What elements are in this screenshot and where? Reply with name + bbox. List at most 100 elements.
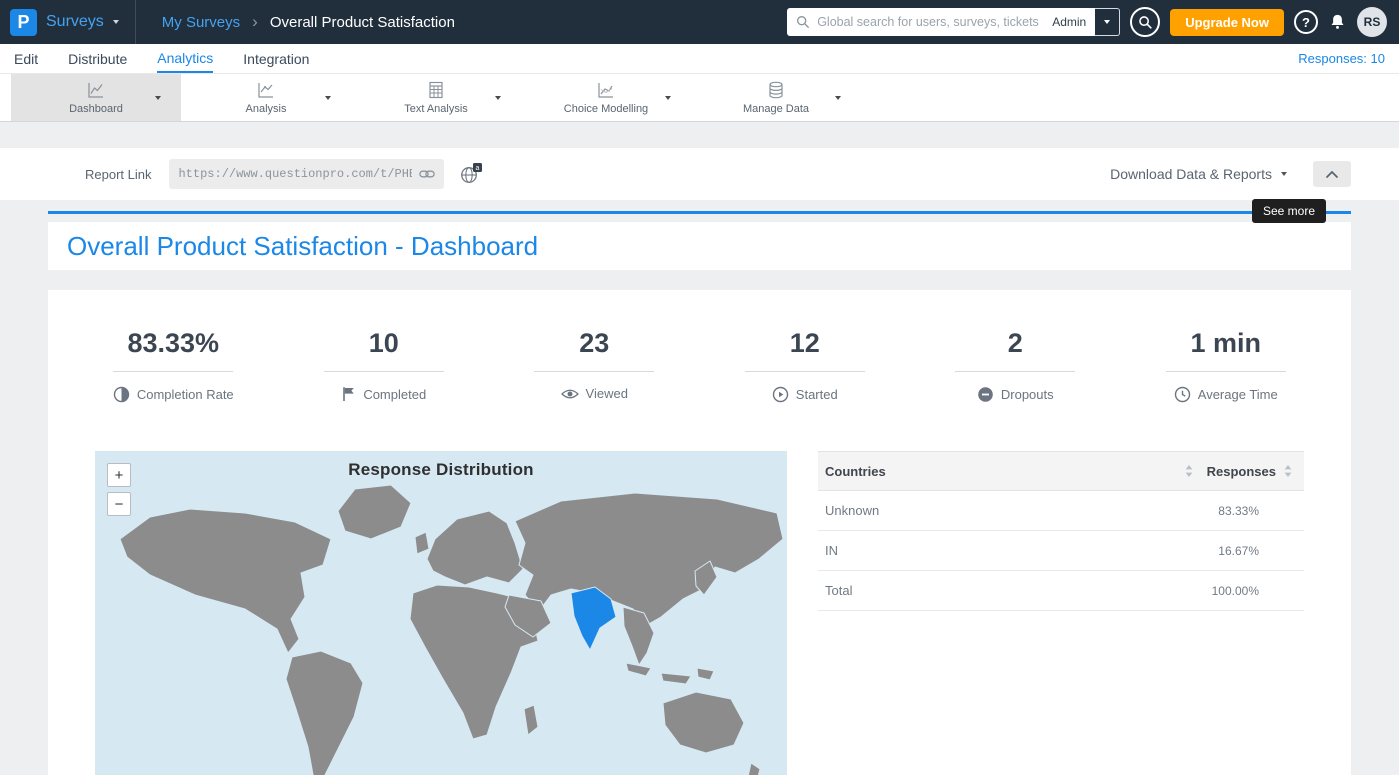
toolbar-item-label: Dashboard xyxy=(69,103,123,115)
questionpro-logo: P xyxy=(10,9,37,36)
response-distribution-map[interactable]: Response Distribution + − xyxy=(95,451,787,775)
toolbar-item-manage-data[interactable]: Manage Data xyxy=(691,74,861,121)
sort-icon[interactable] xyxy=(1185,465,1193,477)
nav-item-distribute[interactable]: Distribute xyxy=(68,44,127,73)
toolbar-item-text-analysis[interactable]: Text Analysis xyxy=(351,74,521,121)
chevron-down-icon[interactable] xyxy=(835,96,841,100)
product-label: Surveys xyxy=(46,13,104,31)
zoom-out-button[interactable]: − xyxy=(107,492,131,516)
stat-label: Average Time xyxy=(1198,387,1278,402)
bell-icon xyxy=(1328,13,1347,31)
chevron-down-icon[interactable] xyxy=(495,96,501,100)
user-avatar[interactable]: RS xyxy=(1357,7,1387,37)
analysis-chart-icon xyxy=(256,80,276,100)
minus-circle-icon xyxy=(977,386,994,403)
stats-row: 83.33% Completion Rate 10 Completed xyxy=(48,290,1351,403)
globe-icon: a xyxy=(459,162,483,186)
download-data-reports-label: Download Data & Reports xyxy=(1110,166,1272,182)
nav-item-integration[interactable]: Integration xyxy=(243,44,309,73)
column-label: Countries xyxy=(825,464,886,479)
map-zoom-controls: + − xyxy=(107,463,131,516)
flag-icon xyxy=(341,386,356,402)
download-data-reports-dropdown[interactable]: Download Data & Reports xyxy=(1110,166,1287,182)
report-link-bar: Report Link a Download Data & Reports xyxy=(0,148,1399,200)
text-analysis-table-icon xyxy=(426,80,446,100)
topbar: P Surveys My Surveys › Overall Product S… xyxy=(0,0,1399,44)
see-more-tooltip: See more xyxy=(1252,199,1326,223)
nav-item-edit[interactable]: Edit xyxy=(14,44,38,73)
nav-item-analytics[interactable]: Analytics xyxy=(157,44,213,73)
eye-icon xyxy=(561,388,579,400)
completion-rate-icon xyxy=(113,386,130,403)
continent-europe xyxy=(427,511,523,585)
upgrade-now-button[interactable]: Upgrade Now xyxy=(1170,9,1284,36)
column-label: Responses xyxy=(1207,464,1276,479)
help-button[interactable]: ? xyxy=(1294,10,1318,34)
distribution-section: Response Distribution + − xyxy=(48,451,1351,775)
chevron-up-icon xyxy=(1325,170,1339,179)
cell-country: Total xyxy=(825,583,1212,598)
title-card: Overall Product Satisfaction - Dashboard xyxy=(48,222,1351,270)
breadcrumb-my-surveys[interactable]: My Surveys xyxy=(162,14,240,31)
toolbar-item-label: Text Analysis xyxy=(404,103,468,115)
toolbar-item-label: Choice Modelling xyxy=(564,103,648,115)
island-greenland xyxy=(338,485,411,539)
play-circle-icon xyxy=(772,386,789,403)
world-map[interactable] xyxy=(95,451,787,775)
chevron-down-icon[interactable] xyxy=(665,96,671,100)
stat-completion-rate: 83.33% Completion Rate xyxy=(68,328,279,403)
collapse-panel-button[interactable] xyxy=(1313,161,1351,187)
search-icon xyxy=(1138,15,1153,30)
island-new-zealand xyxy=(748,763,760,775)
continent-north-america xyxy=(120,509,331,653)
column-header-responses[interactable]: Responses xyxy=(1207,464,1292,479)
search-scope-label[interactable]: Admin xyxy=(1052,15,1086,29)
toolbar-item-dashboard[interactable]: Dashboard xyxy=(11,74,181,121)
stat-underline xyxy=(745,371,865,372)
notifications-button[interactable] xyxy=(1328,13,1347,31)
search-scope-dropdown-button[interactable] xyxy=(1095,8,1120,36)
continent-south-america xyxy=(286,651,363,775)
search-submit-button[interactable] xyxy=(1130,7,1160,37)
stat-label: Dropouts xyxy=(1001,387,1054,402)
table-header: Countries Responses xyxy=(818,451,1304,491)
toolbar-item-choice-modelling[interactable]: Choice Modelling xyxy=(521,74,691,121)
island-indonesia xyxy=(661,673,691,684)
dashboard-chart-icon xyxy=(86,80,106,100)
breadcrumb-current-survey: Overall Product Satisfaction xyxy=(270,14,455,31)
island-madagascar xyxy=(524,705,538,735)
countries-table: Countries Responses Unknown 83.33% xyxy=(818,451,1304,775)
section-divider xyxy=(48,211,1351,214)
stat-underline xyxy=(1166,371,1286,372)
analytics-toolbar: Dashboard Analysis Text Analysis Choice … xyxy=(0,74,1399,122)
link-icon[interactable] xyxy=(419,166,435,182)
product-switcher[interactable]: P Surveys xyxy=(0,0,135,44)
stat-label: Started xyxy=(796,387,838,402)
stat-dropouts: 2 Dropouts xyxy=(910,328,1121,403)
global-search: Admin xyxy=(787,8,1120,36)
stat-value: 2 xyxy=(910,328,1121,359)
chevron-down-icon[interactable] xyxy=(325,96,331,100)
database-icon xyxy=(766,80,786,100)
chevron-down-icon xyxy=(1281,172,1287,176)
search-input[interactable] xyxy=(817,15,1045,29)
toolbar-item-analysis[interactable]: Analysis xyxy=(181,74,351,121)
zoom-in-button[interactable]: + xyxy=(107,463,131,487)
column-header-countries[interactable]: Countries xyxy=(825,464,1207,479)
stat-viewed: 23 Viewed xyxy=(489,328,700,403)
report-link-input[interactable] xyxy=(178,167,412,181)
page-title: Overall Product Satisfaction - Dashboard xyxy=(67,231,538,262)
stat-value: 83.33% xyxy=(68,328,279,359)
chevron-down-icon xyxy=(113,20,119,24)
topbar-divider xyxy=(135,0,136,44)
cell-responses: 83.33% xyxy=(1218,504,1259,518)
stat-average-time: 1 min Average Time xyxy=(1121,328,1332,403)
table-row: Unknown 83.33% xyxy=(818,491,1304,531)
report-language-button[interactable]: a xyxy=(459,162,483,186)
sort-icon[interactable] xyxy=(1284,465,1292,477)
toolbar-item-label: Analysis xyxy=(246,103,287,115)
responses-count: Responses: 10 xyxy=(1298,51,1385,66)
chevron-down-icon[interactable] xyxy=(155,96,161,100)
table-row: IN 16.67% xyxy=(818,531,1304,571)
stat-label: Viewed xyxy=(586,386,628,401)
